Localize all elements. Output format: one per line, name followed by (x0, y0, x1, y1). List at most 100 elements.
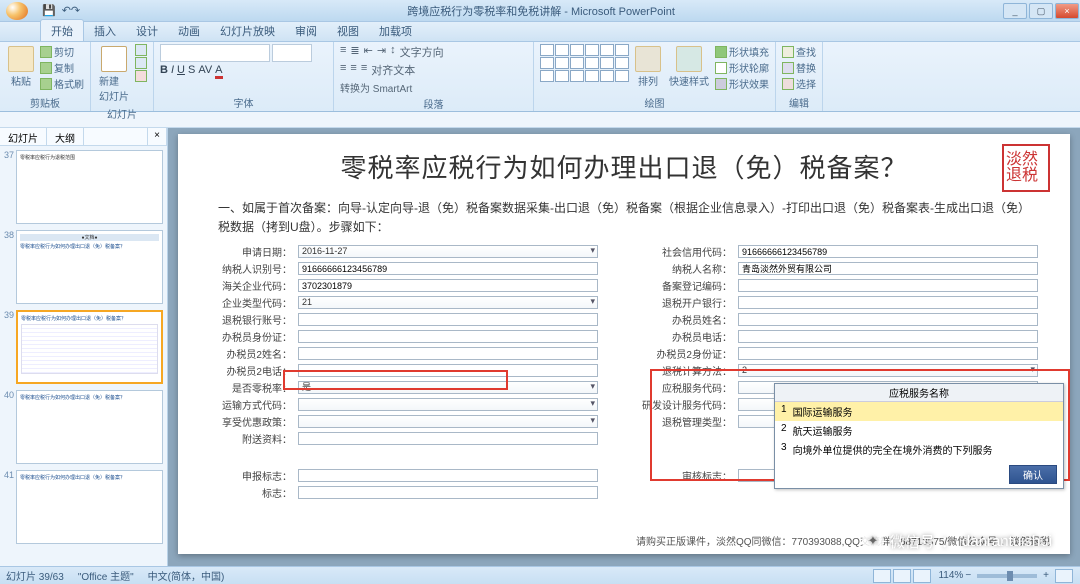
view-slideshow-button[interactable] (913, 569, 931, 583)
field-officer2-name[interactable] (298, 347, 598, 360)
format-painter-button[interactable]: 格式刷 (40, 76, 84, 91)
pane-tab-outline[interactable]: 大纲 (47, 128, 84, 145)
dropdown-confirm-button[interactable]: 确认 (1009, 465, 1057, 484)
tab-anim[interactable]: 动画 (168, 20, 210, 41)
field-declare-flag[interactable] (298, 469, 598, 482)
cut-button[interactable]: 剪切 (40, 44, 84, 59)
field-bank-account[interactable] (298, 313, 598, 326)
zoom-out-button[interactable]: − (965, 570, 971, 581)
shadow-button[interactable]: AV (198, 64, 212, 79)
close-button[interactable]: × (1055, 3, 1079, 19)
field-transport-mode[interactable] (298, 398, 598, 411)
smartart-button[interactable]: 转换为 SmartArt (340, 80, 412, 95)
field-zero-rate[interactable]: 是 (298, 381, 598, 394)
thumb-38[interactable]: 38●文档●零税率应税行为如何办理出口退（免）税备案？ (2, 230, 163, 304)
tab-home[interactable]: 开始 (40, 19, 84, 41)
font-family-select[interactable] (160, 44, 270, 62)
underline-button[interactable]: U (177, 64, 185, 79)
text-direction-button[interactable]: 文字方向 (400, 44, 444, 60)
dropdown-row-2[interactable]: 2航天运输服务 (775, 421, 1063, 440)
field-officer-id[interactable] (298, 330, 598, 343)
field-officer-phone[interactable] (738, 330, 1038, 343)
find-button[interactable]: 查找 (782, 44, 816, 59)
font-color-button[interactable]: A (215, 64, 222, 79)
font-size-select[interactable] (272, 44, 312, 62)
bold-button[interactable]: B (160, 64, 168, 79)
align-text-button[interactable]: 对齐文本 (371, 62, 415, 78)
field-enterprise-type[interactable]: 21 (298, 296, 598, 309)
field-flag[interactable] (298, 486, 598, 499)
layout-button[interactable] (135, 44, 147, 56)
field-officer2-id[interactable] (738, 347, 1038, 360)
field-date[interactable]: 2016-11-27 (298, 245, 598, 258)
tab-design[interactable]: 设计 (126, 20, 168, 41)
field-bank[interactable] (738, 296, 1038, 309)
indent-inc-button[interactable]: ⇥ (377, 44, 386, 60)
dropdown-row-3[interactable]: 3向境外单位提供的完全在境外消费的下列服务 (775, 440, 1063, 459)
replace-button[interactable]: 替换 (782, 60, 816, 75)
zoom-value[interactable]: 114% (938, 570, 963, 581)
office-orb[interactable] (6, 2, 28, 20)
line-spacing-button[interactable]: ↕ (390, 44, 396, 60)
tab-review[interactable]: 审阅 (285, 20, 327, 41)
reset-button[interactable] (135, 57, 147, 69)
tab-slideshow[interactable]: 幻灯片放映 (210, 20, 285, 41)
copy-button[interactable]: 复制 (40, 60, 84, 75)
slide-canvas: 淡然退税 零税率应税行为如何办理出口退（免）税备案？ 一、如属于首次备案：向导-… (178, 134, 1070, 554)
group-editing: 查找 替换 选择 编辑 (776, 42, 823, 111)
shapes-gallery[interactable] (540, 44, 629, 82)
field-filing-code[interactable] (738, 279, 1038, 292)
field-attachments[interactable] (298, 432, 598, 445)
field-officer2-phone[interactable] (298, 364, 598, 377)
thumb-37[interactable]: 37零税率应税行为退税范围 (2, 150, 163, 224)
align-center-button[interactable]: ≡ (350, 62, 356, 78)
numbering-button[interactable]: ≣ (350, 44, 359, 60)
group-slides: 新建 幻灯片 幻灯片 (91, 42, 154, 111)
field-tax-id[interactable] (298, 262, 598, 275)
field-social-code[interactable] (738, 245, 1038, 258)
tab-view[interactable]: 视图 (327, 20, 369, 41)
tab-addin[interactable]: 加载项 (369, 20, 422, 41)
field-customs-code[interactable] (298, 279, 598, 292)
qat-undo-icon[interactable]: ↶ (62, 4, 71, 17)
arrange-button[interactable]: 排列 (633, 44, 663, 90)
paste-button[interactable]: 粘贴 (6, 44, 36, 90)
thumb-40[interactable]: 40零税率应税行为如何办理出口退（免）税备案？ (2, 390, 163, 464)
maximize-button[interactable]: ▢ (1029, 3, 1053, 19)
qat-save-icon[interactable]: 💾 (42, 4, 56, 17)
dropdown-row-1[interactable]: 1国际运输服务 (775, 402, 1063, 421)
align-left-button[interactable]: ≡ (340, 62, 346, 78)
shape-outline-button[interactable]: 形状轮廓 (715, 60, 769, 75)
zoom-in-button[interactable]: + (1043, 570, 1049, 581)
select-button[interactable]: 选择 (782, 76, 816, 91)
fit-window-button[interactable] (1055, 569, 1073, 583)
new-slide-button[interactable]: 新建 幻灯片 (97, 44, 131, 105)
field-taxpayer-name[interactable] (738, 262, 1038, 275)
service-dropdown[interactable]: 应税服务名称 1国际运输服务 2航天运输服务 3向境外单位提供的完全在境外消费的… (774, 383, 1064, 489)
field-incentive-policy[interactable] (298, 415, 598, 428)
pane-tab-slides[interactable]: 幻灯片 (0, 128, 47, 145)
quick-styles-button[interactable]: 快速样式 (667, 44, 711, 90)
status-language[interactable]: 中文(简体，中国) (148, 568, 225, 583)
italic-button[interactable]: I (171, 64, 174, 79)
delete-slide-button[interactable] (135, 70, 147, 82)
view-sorter-button[interactable] (893, 569, 911, 583)
strike-button[interactable]: S (188, 64, 195, 79)
minimize-button[interactable]: _ (1003, 3, 1027, 19)
pane-close-icon[interactable]: × (148, 128, 167, 145)
slide-editor[interactable]: 淡然退税 零税率应税行为如何办理出口退（免）税备案？ 一、如属于首次备案：向导-… (168, 128, 1080, 566)
tab-insert[interactable]: 插入 (84, 20, 126, 41)
field-officer-name[interactable] (738, 313, 1038, 326)
indent-dec-button[interactable]: ⇤ (364, 44, 373, 60)
thumb-41[interactable]: 41零税率应税行为如何办理出口退（免）税备案？ (2, 470, 163, 544)
field-refund-method[interactable]: 2 (738, 364, 1038, 377)
align-right-button[interactable]: ≡ (361, 62, 367, 78)
shape-fill-button[interactable]: 形状填充 (715, 44, 769, 59)
zoom-slider[interactable] (977, 574, 1037, 578)
qat-redo-icon[interactable]: ↷ (71, 4, 80, 17)
thumbnail-list[interactable]: 37零税率应税行为退税范围 38●文档●零税率应税行为如何办理出口退（免）税备案… (0, 146, 167, 566)
view-normal-button[interactable] (873, 569, 891, 583)
thumb-39[interactable]: 39零税率应税行为如何办理出口退（免）税备案？ (2, 310, 163, 384)
shape-effects-button[interactable]: 形状效果 (715, 76, 769, 91)
bullets-button[interactable]: ≡ (340, 44, 346, 60)
